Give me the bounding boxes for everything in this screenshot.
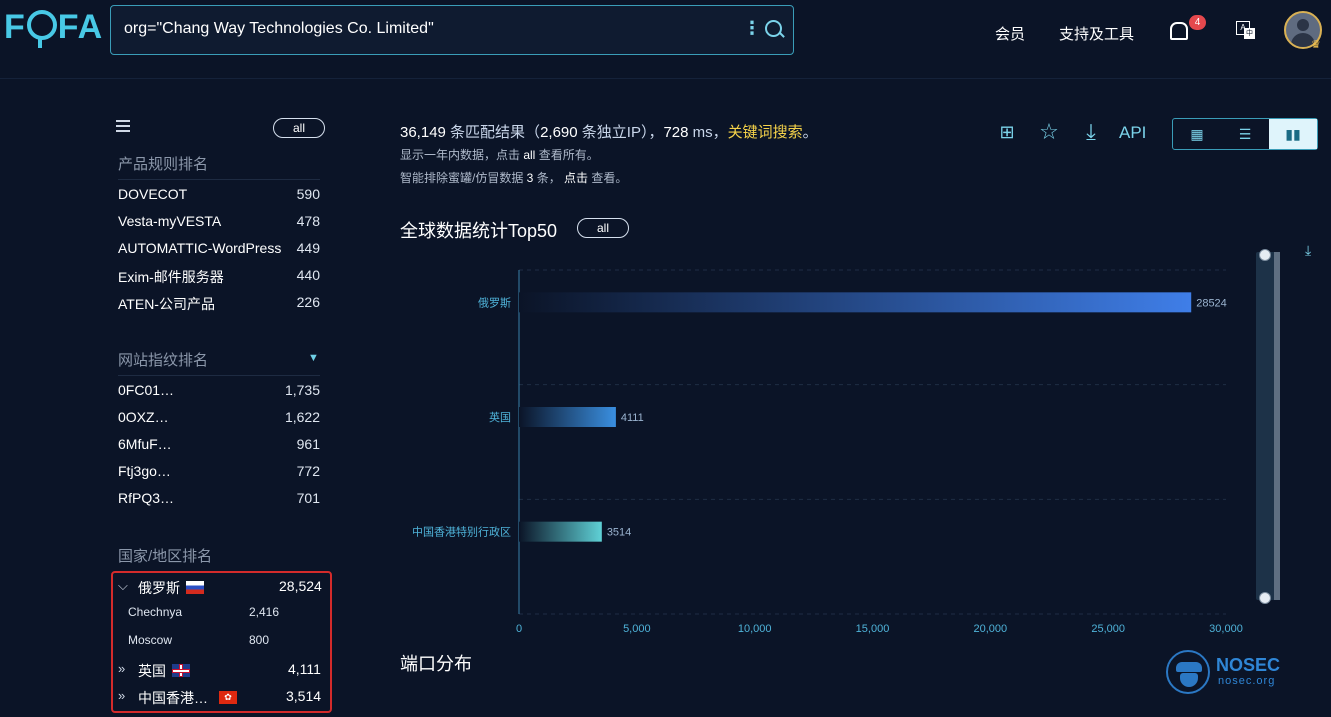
fingerprint-ranking-title: 网站指纹排名	[118, 352, 209, 369]
nosec-logo-icon	[1166, 650, 1210, 694]
zoom-slider-handle-bottom[interactable]	[1259, 592, 1271, 604]
star-icon[interactable]: ☆	[1038, 121, 1060, 143]
country-name-uk[interactable]: 英国	[138, 661, 166, 681]
country-count-russia: 28,524	[279, 578, 322, 594]
product-ranking-title: 产品规则排名	[118, 156, 209, 173]
bar-value-label: 3514	[607, 527, 631, 539]
product-count: 590	[296, 186, 320, 202]
x-tick-label: 30,000	[1209, 623, 1243, 635]
country-count-uk: 4,111	[288, 661, 321, 677]
region-name-moscow[interactable]: Moscow	[128, 633, 172, 647]
api-button[interactable]: API	[1119, 123, 1146, 143]
honeypot-note: 智能排除蜜罐/仿冒数据 3 条， 点击 查看。	[400, 171, 628, 185]
x-tick-label: 0	[516, 623, 522, 635]
product-count: 226	[296, 294, 320, 310]
product-count: 478	[296, 213, 320, 229]
chart-view-icon[interactable]: ▮▮	[1269, 119, 1317, 149]
global-stats-title: 全球数据统计Top50	[400, 221, 558, 241]
fingerprint-count: 961	[296, 436, 320, 452]
region-name-chechnya[interactable]: Chechnya	[128, 605, 182, 619]
divider	[118, 375, 320, 376]
country-name-hongkong[interactable]: 中国香港…	[138, 688, 208, 708]
x-tick-label: 10,000	[738, 623, 772, 635]
fingerprint-count: 1,622	[284, 409, 320, 425]
country-bar-chart: 0 5,000 10,000 15,000 20,000 25,000 30,000 2852…	[412, 249, 1280, 635]
hongkong-flag-icon: ✿	[219, 691, 237, 704]
notification-badge: 4	[1189, 15, 1206, 30]
russia-flag-icon	[186, 581, 204, 594]
more-vertical-icon[interactable]: ⋮	[743, 18, 761, 39]
search-icon[interactable]	[765, 20, 782, 37]
unique-ip-count: 2,690	[540, 124, 578, 141]
fingerprint-name[interactable]: RfPQ3…	[118, 490, 174, 506]
chevron-down-icon[interactable]: ⌵	[118, 578, 128, 594]
x-tick-label: 15,000	[856, 623, 890, 635]
country-count-hongkong: 3,514	[286, 688, 322, 704]
product-count: 449	[296, 240, 320, 256]
crown-icon: ♛	[1311, 39, 1321, 51]
category-label: 英国	[489, 410, 511, 424]
match-count: 36,149	[400, 124, 446, 141]
fofa-logo[interactable]: F FA	[4, 8, 103, 48]
x-tick-label: 25,000	[1091, 623, 1125, 635]
sliders-icon[interactable]	[116, 120, 130, 135]
nav-support-tools[interactable]: 支持及工具	[1059, 23, 1134, 44]
view-all-link[interactable]: all	[523, 148, 535, 162]
query-time: 728	[663, 124, 689, 141]
funnel-icon[interactable]: ▼	[308, 352, 319, 364]
product-name[interactable]: ATEN-公司产品	[118, 294, 215, 314]
logo-magnifier-icon	[26, 10, 57, 48]
fingerprint-name[interactable]: 0OXZ…	[118, 409, 169, 425]
region-count-chechnya: 2,416	[249, 605, 280, 619]
top-header: F FA org="Chang Way Technologies Co. Limi…	[0, 0, 1331, 79]
x-tick-label: 5,000	[623, 623, 651, 635]
one-year-note: 显示一年内数据，点击 all 查看所有。	[400, 148, 599, 162]
bar-0[interactable]	[519, 292, 1192, 313]
category-label: 中国香港特别行政区	[412, 525, 511, 539]
stats-all-button[interactable]: all	[577, 218, 629, 238]
region-count-moscow: 800	[249, 633, 270, 647]
chevron-right-icon[interactable]: »	[118, 661, 125, 676]
sidebar-all-button[interactable]: all	[273, 118, 325, 138]
result-summary: 36,149 条匹配结果（2,690 条独立IP），728 ms，关键词搜索。	[400, 124, 818, 141]
grid-view-icon[interactable]: ▦	[1173, 119, 1221, 149]
fingerprint-count: 701	[296, 490, 320, 506]
fingerprint-name[interactable]: 6MfuF…	[118, 436, 172, 452]
zoom-slider-handle-top[interactable]	[1259, 249, 1271, 261]
zoom-slider-bar	[1274, 252, 1280, 600]
port-distribution-title: 端口分布	[400, 654, 472, 674]
product-count: 440	[296, 267, 320, 283]
x-tick-label: 20,000	[974, 623, 1008, 635]
bell-icon[interactable]	[1170, 22, 1188, 40]
bar-1[interactable]	[519, 407, 616, 427]
product-name[interactable]: DOVECOT	[118, 186, 187, 202]
honeypot-view-link[interactable]: 点击	[564, 171, 588, 185]
fingerprint-name[interactable]: 0FC01…	[118, 382, 174, 398]
fingerprint-count: 772	[296, 463, 320, 479]
product-name[interactable]: Exim-邮件服务器	[118, 267, 224, 287]
country-name-russia[interactable]: 俄罗斯	[138, 578, 180, 598]
nav-membership[interactable]: 会员	[995, 23, 1025, 44]
product-name[interactable]: AUTOMATTIC-WordPress	[118, 240, 281, 256]
divider	[118, 179, 320, 180]
download-icon[interactable]: ⤓	[1080, 121, 1102, 143]
product-name[interactable]: Vesta-myVESTA	[118, 213, 221, 229]
keyword-search-link[interactable]: 关键词搜索	[728, 124, 803, 141]
list-view-icon[interactable]: ☰	[1221, 119, 1269, 149]
translate-icon-secondary: 中	[1244, 28, 1255, 39]
category-label: 俄罗斯	[478, 296, 511, 309]
grid-compare-icon[interactable]: ⊞	[996, 121, 1018, 143]
bar-2[interactable]	[519, 521, 602, 542]
country-ranking-title: 国家/地区排名	[118, 548, 213, 565]
chevron-right-icon[interactable]: »	[118, 688, 125, 703]
bar-value-label: 28524	[1196, 297, 1227, 309]
uk-flag-icon	[172, 664, 190, 677]
search-input[interactable]: org="Chang Way Technologies Co. Limited"	[124, 20, 434, 38]
bar-value-label: 4111	[621, 412, 644, 424]
view-switch: ▦ ☰ ▮▮	[1172, 118, 1318, 150]
fingerprint-name[interactable]: Ftj3go…	[118, 463, 171, 479]
fingerprint-count: 1,735	[284, 382, 320, 398]
search-box[interactable]: org="Chang Way Technologies Co. Limited"…	[110, 5, 794, 55]
